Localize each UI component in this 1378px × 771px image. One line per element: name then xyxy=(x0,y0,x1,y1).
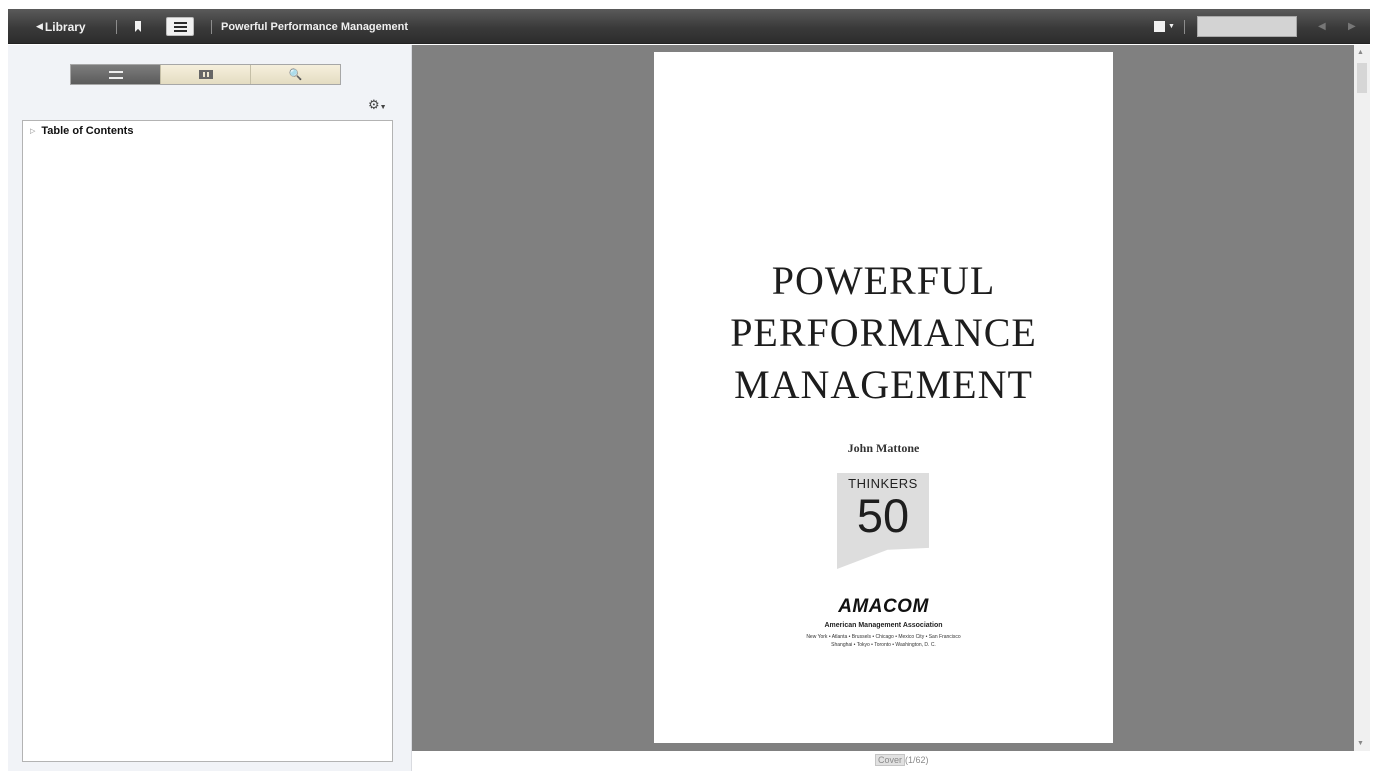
top-toolbar: ◀ Library Powerful Performance Managemen… xyxy=(8,9,1370,44)
previous-page-button[interactable]: ◀ xyxy=(1318,9,1326,44)
scrollbar-thumb[interactable] xyxy=(1357,63,1367,93)
search-tab-icon: 🔍 xyxy=(288,69,303,81)
cities-line: Shanghai • Tokyo • Toronto • Washington,… xyxy=(831,642,936,648)
tab-search[interactable]: 🔍 xyxy=(250,65,340,84)
scroll-down-icon[interactable]: ▼ xyxy=(1357,740,1364,747)
toc-item[interactable]: ▷ Table of Contents xyxy=(30,125,133,137)
sidebar: 🔍 ⚙▼ ▷ Table of Contents xyxy=(8,45,412,771)
publisher-name: American Management Association xyxy=(824,622,943,629)
next-page-button[interactable]: ▶ xyxy=(1348,9,1356,44)
cover-title: POWERFUL PERFORMANCE MANAGEMENT xyxy=(654,255,1113,411)
toc-toggle-button[interactable] xyxy=(166,17,194,36)
publisher-cities: New York • Atlanta • Brussels • Chicago … xyxy=(654,633,1113,649)
toolbar-divider xyxy=(1184,20,1185,34)
gear-icon: ⚙ xyxy=(368,97,380,112)
book-title: Powerful Performance Management xyxy=(221,20,409,33)
cover-title-line: PERFORMANCE xyxy=(730,310,1037,355)
settings-button[interactable]: ⚙▼ xyxy=(368,97,387,113)
cities-line: New York • Atlanta • Brussels • Chicago … xyxy=(806,634,961,640)
page-number-input[interactable] xyxy=(1197,16,1297,37)
cover-title-line: MANAGEMENT xyxy=(734,362,1033,407)
cover-author: John Mattone xyxy=(847,441,920,455)
contents-tab-icon xyxy=(108,70,123,79)
toc-label: Table of Contents xyxy=(41,125,134,137)
book-page: POWERFUL PERFORMANCE MANAGEMENT John Mat… xyxy=(654,52,1113,743)
vertical-scrollbar[interactable]: ▲ ▼ xyxy=(1354,45,1370,751)
chevron-down-icon: ▼ xyxy=(379,104,387,111)
expand-arrow-icon[interactable]: ▷ xyxy=(30,127,35,135)
scroll-up-icon[interactable]: ▲ xyxy=(1357,49,1364,56)
logo-number: 50 xyxy=(856,489,910,542)
tab-thumbnails[interactable] xyxy=(160,65,250,84)
thinkers50-logo: THINKERS 50 xyxy=(837,473,929,569)
view-mode-button[interactable]: ▼ xyxy=(1154,9,1175,44)
page-position: (1/62) xyxy=(905,755,929,765)
section-label: Cover xyxy=(875,754,906,766)
bookmark-icon[interactable] xyxy=(135,9,145,44)
chevron-down-icon: ▼ xyxy=(1168,23,1175,30)
document-viewer: POWERFUL PERFORMANCE MANAGEMENT John Mat… xyxy=(412,45,1354,751)
cover-title-line: POWERFUL xyxy=(771,258,996,303)
back-arrow-icon: ◀ xyxy=(36,21,43,31)
sidebar-tab-bar: 🔍 xyxy=(70,64,341,85)
tab-contents[interactable] xyxy=(71,65,160,84)
page-location: Cover (1/62) xyxy=(875,754,929,766)
toolbar-divider xyxy=(211,20,212,34)
toolbar-divider xyxy=(116,20,117,34)
library-label: Library xyxy=(44,19,86,34)
thumbnails-tab-icon xyxy=(198,70,213,79)
library-button[interactable]: ◀ Library xyxy=(36,9,86,44)
publisher-logo: AMACOM xyxy=(838,596,929,617)
view-mode-icon xyxy=(1154,21,1165,32)
toc-panel: ▷ Table of Contents xyxy=(22,120,393,762)
status-bar: Cover (1/62) xyxy=(412,751,1370,771)
